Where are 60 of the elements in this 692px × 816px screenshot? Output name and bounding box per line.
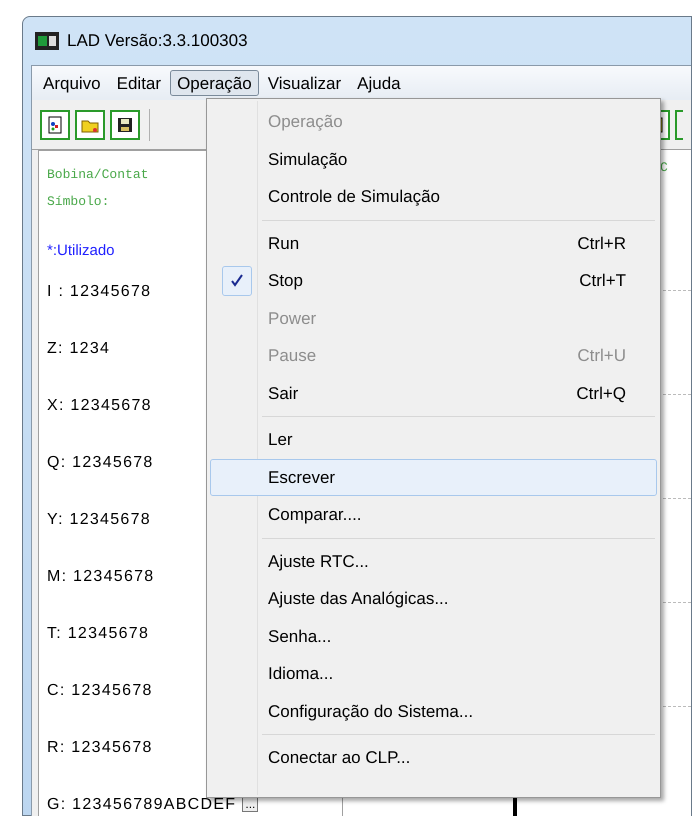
shortcut-text: Ctrl+R (577, 232, 626, 254)
app-icon (35, 32, 59, 50)
menu-item-label: Senha... (268, 626, 332, 648)
menu-item-label: Escrever (268, 466, 336, 488)
menu-item[interactable]: Senha... (210, 618, 657, 655)
new-file-icon[interactable] (40, 110, 70, 140)
menu-item-label: Comparar.... (268, 504, 362, 526)
panel-header-text: Símbolo: (47, 193, 110, 211)
symbol-row-text: X: 12345678 (47, 397, 152, 414)
folder-icon[interactable] (75, 110, 105, 140)
menu-bar-item[interactable]: Operação (170, 70, 259, 96)
menu-bar-item[interactable]: Ajuda (350, 70, 408, 96)
menu-item[interactable]: Ajuste das Analógicas... (210, 580, 657, 618)
menu-bar-item[interactable]: Editar (110, 70, 168, 96)
menu-item[interactable]: Controle de Simulação (210, 178, 657, 216)
menu-item-label: Power (268, 308, 316, 330)
menu-item[interactable]: Ler (210, 421, 657, 458)
panel-header-text: Bobina/Contat (47, 166, 148, 184)
symbol-row-text: C: 12345678 (47, 682, 153, 699)
menu-item-label: Run (268, 232, 300, 254)
symbol-row-text: G: 123456789ABCDEF (47, 796, 236, 813)
save-icon[interactable] (110, 110, 140, 140)
symbol-row-text: Z: 1234 (47, 340, 110, 357)
menu-bar-item[interactable]: Arquivo (36, 70, 108, 96)
menu-item[interactable]: Idioma... (210, 655, 657, 692)
shortcut-text: Ctrl+Q (576, 382, 626, 404)
symbol-row-text: I : 12345678 (47, 283, 152, 300)
menu-item-label: Idioma... (268, 663, 334, 685)
menu-item-label: Stop (268, 270, 303, 292)
menu-item[interactable]: Run Ctrl+R (210, 224, 657, 262)
menu-item[interactable]: Stop Ctrl+T (210, 262, 657, 300)
menu-item-label: Configuração do Sistema... (268, 700, 474, 723)
menu-item-label: Ajuste RTC... (268, 550, 369, 572)
symbol-row-text: M: 12345678 (47, 568, 154, 585)
shortcut-text: Ctrl+T (579, 270, 626, 292)
menu-item[interactable]: Escrever (210, 458, 657, 496)
menu-item[interactable]: Ajuste RTC... (210, 542, 657, 580)
menu-item-label: Simulação (268, 148, 348, 171)
menu-bar-item[interactable]: Visualizar (260, 70, 348, 96)
menu-item[interactable]: Conectar ao CLP... (210, 739, 657, 776)
menu-item[interactable]: Comparar.... (210, 496, 657, 534)
menu-item-label: Conectar ao CLP... (268, 747, 410, 769)
menu-item-label: Ajuste das Analógicas... (268, 588, 449, 610)
symbol-row-text: Y: 12345678 (47, 511, 151, 528)
menu-item[interactable]: Sair Ctrl+Q (210, 374, 657, 412)
shortcut-text: Ctrl+U (577, 345, 626, 367)
symbol-row-text: R: 12345678 (47, 739, 153, 756)
menu-item-label: Operação (268, 111, 343, 133)
window-title: LAD Versão:3.3.100303 (67, 30, 248, 52)
symbol-row-text: T: 12345678 (47, 625, 150, 642)
menu-item-label: Controle de Simulação (268, 186, 440, 208)
menu-item-label: Ler (268, 429, 293, 451)
symbol-row-text: Q: 12345678 (47, 454, 154, 471)
menu-item-label: Sair (268, 382, 298, 404)
toolbar-button[interactable] (675, 110, 683, 140)
menu-item[interactable]: Simulação (210, 140, 657, 178)
menu-item-label: Pause (268, 345, 316, 367)
menu-item[interactable]: Configuração do Sistema... (210, 692, 657, 730)
canvas-label: C (660, 159, 668, 177)
legend-text: *:Utilizado (47, 241, 115, 261)
